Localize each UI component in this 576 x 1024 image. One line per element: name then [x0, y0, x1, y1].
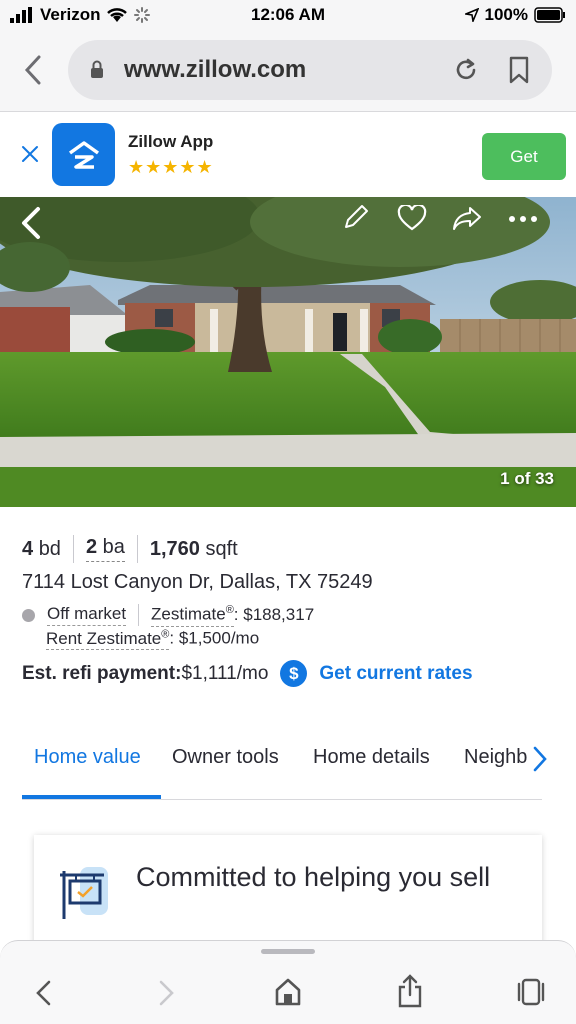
browser-bottom-toolbar: [0, 940, 576, 1024]
home-icon[interactable]: [274, 977, 302, 1007]
divider: [138, 604, 140, 627]
app-name: Zillow App: [128, 132, 214, 151]
reload-icon[interactable]: [452, 56, 480, 84]
tab-home-details[interactable]: Home details: [313, 746, 430, 769]
refi-value: $1,111/mo: [181, 662, 269, 684]
tab-home-value[interactable]: Home value: [34, 746, 141, 769]
nav-forward-icon[interactable]: [156, 979, 176, 1007]
heart-favorite-icon[interactable]: [397, 205, 427, 231]
home-facts: 4 bd 2 ba 1,760 sqft: [22, 535, 238, 563]
browser-back-button[interactable]: [16, 50, 50, 90]
refi-payment-line: Est. refi payment: $1,111/mo $ Get curre…: [22, 660, 473, 687]
property-address: 7114 Lost Canyon Dr, Dallas, TX 75249: [22, 571, 373, 593]
rent-zestimate-label-text: Rent Zestimate: [46, 628, 162, 648]
location-arrow-icon: [464, 8, 479, 22]
share-icon[interactable]: [396, 973, 424, 1009]
share-arrow-icon[interactable]: [452, 205, 482, 231]
app-install-banner: Zillow App ★★★★★ Get: [0, 112, 576, 197]
beds-count: 4 bd: [22, 538, 61, 561]
for-sale-sign-icon: [60, 867, 108, 919]
divider: [72, 535, 74, 563]
listing-photo[interactable]: 1 of 33: [0, 197, 576, 507]
refi-label: Est. refi payment:: [22, 662, 182, 684]
beds-unit: bd: [38, 537, 61, 560]
sqft-number: 1,760: [149, 537, 200, 560]
market-status-line: Off market Zestimate® : $188,317: [22, 604, 314, 627]
address-bar[interactable]: www.zillow.com: [68, 40, 552, 100]
sheet-grabber[interactable]: [261, 949, 315, 954]
off-market-dot-icon: [22, 608, 35, 622]
rent-zestimate-label[interactable]: Rent Zestimate®: [46, 628, 170, 650]
edit-pencil-icon[interactable]: [342, 203, 370, 231]
rent-zestimate-line: Rent Zestimate®: $1,500/mo: [46, 628, 260, 650]
market-status[interactable]: Off market: [47, 604, 127, 627]
tabs-icon[interactable]: [516, 977, 546, 1007]
close-icon[interactable]: [18, 142, 42, 166]
zestimate-value: : $188,317: [233, 605, 315, 625]
battery-percent: 100%: [484, 5, 528, 24]
url-text: www.zillow.com: [124, 56, 307, 83]
registered-mark: ®: [225, 604, 234, 616]
zestimate-label-text: Zestimate: [151, 604, 226, 624]
divider: [136, 535, 138, 563]
active-tab-indicator: [22, 795, 161, 799]
tab-neighborhood[interactable]: Neighb: [464, 746, 527, 769]
photo-back-icon[interactable]: [18, 205, 44, 241]
baths-count[interactable]: 2 ba: [85, 536, 125, 562]
baths-unit: ba: [102, 536, 125, 558]
sqft-count: 1,760 sqft: [150, 538, 238, 561]
beds-number: 4: [22, 537, 34, 560]
status-bar: Verizon 12:06 AM 100%: [0, 0, 576, 30]
dollar-icon: $: [280, 660, 308, 687]
get-app-button[interactable]: Get: [482, 133, 566, 180]
zestimate-label[interactable]: Zestimate®: [151, 604, 234, 627]
rating-stars: ★★★★★: [128, 157, 214, 177]
zillow-logo-icon: [68, 140, 99, 169]
tab-owner-tools[interactable]: Owner tools: [172, 746, 279, 769]
chevron-left-icon: [24, 55, 41, 85]
photo-counter: 1 of 33: [500, 469, 554, 488]
house-photo: [0, 197, 576, 507]
lock-icon: [91, 60, 103, 78]
browser-toolbar: www.zillow.com: [0, 30, 576, 112]
card-title: Committed to helping you sell: [136, 862, 491, 892]
get-current-rates-link[interactable]: Get current rates: [319, 663, 472, 685]
status-right: 100%: [464, 5, 566, 25]
bookmark-icon[interactable]: [508, 56, 530, 84]
battery-icon: [534, 7, 565, 23]
section-tabs: Home value Owner tools Home details Neig…: [22, 742, 542, 800]
nav-back-icon[interactable]: [34, 979, 54, 1007]
rent-zestimate-value: : $1,500/mo: [169, 628, 260, 648]
zillow-app-logo: [52, 123, 115, 186]
sqft-unit: sqft: [205, 537, 238, 560]
chevron-right-icon[interactable]: [532, 745, 548, 773]
more-options-icon[interactable]: [508, 215, 538, 223]
baths-number: 2: [85, 536, 98, 558]
